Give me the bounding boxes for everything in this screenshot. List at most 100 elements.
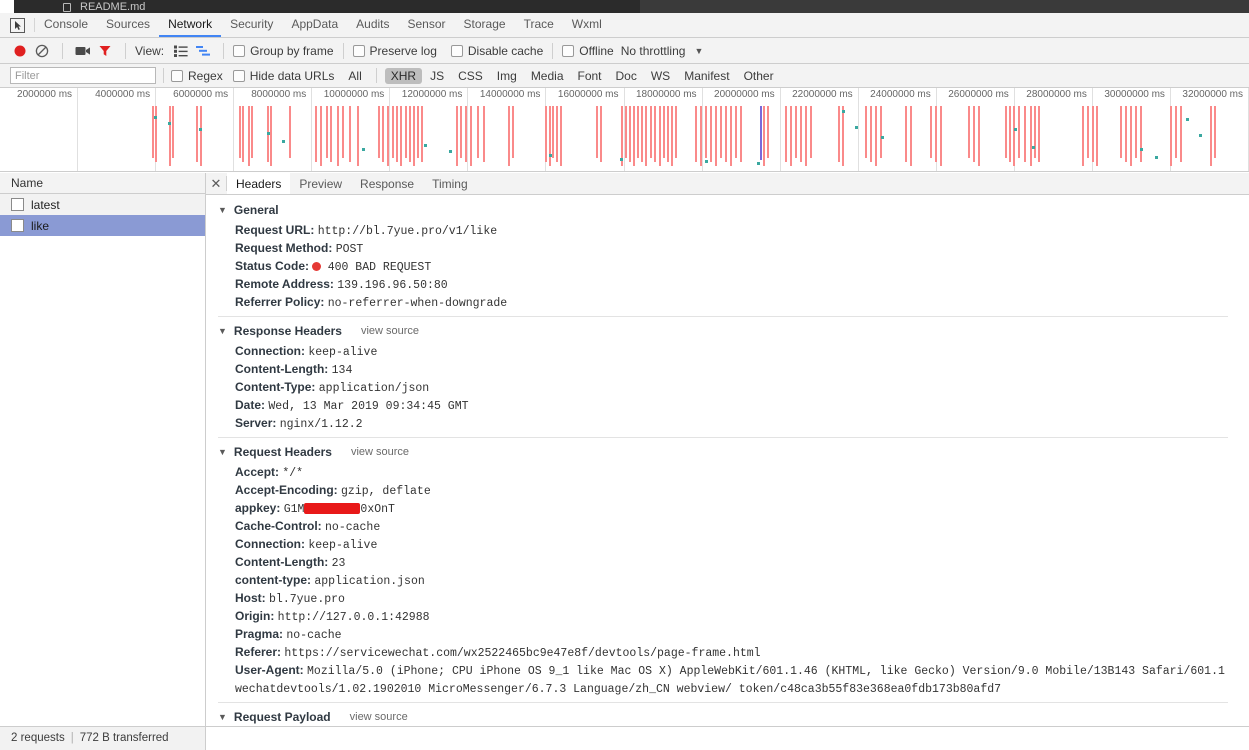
chevron-down-icon[interactable]: ▼	[218, 443, 227, 462]
group-by-frame-box[interactable]	[233, 44, 246, 57]
header-row-pragma: Pragma: no-cache	[218, 626, 1249, 644]
timeline-request-bar	[973, 106, 975, 162]
preserve-log-checkbox[interactable]: Preserve log	[352, 44, 437, 58]
chevron-down-icon[interactable]: ▼	[218, 322, 227, 341]
type-filter-doc[interactable]: Doc	[610, 68, 643, 84]
type-filter-media[interactable]: Media	[525, 68, 570, 84]
request-row-latest[interactable]: latest	[0, 194, 205, 215]
tab-trace[interactable]: Trace	[515, 13, 563, 37]
chevron-down-icon[interactable]: ▼	[218, 201, 227, 220]
regex-checkbox[interactable]: Regex	[171, 69, 223, 83]
disable-cache-checkbox[interactable]: Disable cache	[450, 43, 544, 58]
tab-preview[interactable]: Preview	[290, 173, 351, 194]
close-icon[interactable]: ✕	[206, 173, 226, 194]
timeline-request-bar	[805, 106, 807, 166]
header-key: Accept:	[235, 465, 280, 479]
offline-checkbox[interactable]: Offline	[562, 44, 614, 58]
timeline-request-bar	[641, 106, 643, 162]
timeline-tick	[779, 88, 781, 171]
tab-security[interactable]: Security	[221, 13, 282, 37]
header-key: Content-Type:	[235, 380, 316, 394]
header-row-origin: Origin: http://127.0.0.1:42988	[218, 608, 1249, 626]
funnel-icon[interactable]	[94, 40, 116, 62]
timeline-request-bar	[239, 106, 241, 158]
list-view-icon[interactable]	[170, 40, 192, 62]
timeline-event-marker	[1155, 156, 1158, 159]
timeline-tick-label: 16000000 ms	[557, 89, 619, 100]
camera-icon[interactable]	[72, 40, 94, 62]
type-filter-img[interactable]: Img	[491, 68, 523, 84]
timeline-event-marker	[1014, 128, 1017, 131]
type-filter-js[interactable]: JS	[424, 68, 450, 84]
header-key: content-type:	[235, 573, 311, 587]
type-filter-ws[interactable]: WS	[645, 68, 676, 84]
record-circle-icon[interactable]	[9, 40, 31, 62]
section-header-request-headers[interactable]: ▼ Request Headers view source	[218, 443, 1249, 462]
timeline-tick-label: 10000000 ms	[323, 89, 385, 100]
timeline-request-bar	[413, 106, 415, 166]
type-filter-all[interactable]: All	[342, 68, 367, 84]
timeline-request-bar	[978, 106, 980, 166]
hide-data-urls-box[interactable]	[232, 69, 245, 82]
timeline-tick	[233, 88, 235, 171]
tab-appdata[interactable]: AppData	[282, 13, 347, 37]
view-source-link[interactable]: view source	[351, 443, 409, 462]
type-filter-font[interactable]: Font	[572, 68, 608, 84]
section-header-response-headers[interactable]: ▼ Response Headers view source	[218, 322, 1249, 341]
throttling-value[interactable]: No throttling	[621, 44, 686, 58]
timeline-request-bar	[800, 106, 802, 162]
offline-box[interactable]	[562, 44, 575, 57]
chevron-down-icon[interactable]: ▼	[218, 708, 227, 726]
disable-cache-label: Disable cache	[467, 43, 544, 58]
tab-network[interactable]: Network	[159, 13, 222, 37]
timeline-request-bar	[930, 106, 932, 158]
inspect-cursor-icon[interactable]	[0, 13, 34, 37]
timeline-tick-label: 2000000 ms	[17, 89, 73, 100]
header-value: 400 BAD REQUEST	[327, 261, 432, 274]
type-filter-other[interactable]: Other	[738, 68, 780, 84]
network-timeline-overview[interactable]: 2000000 ms 4000000 ms 6000000 ms 8000000 ms…	[0, 88, 1249, 172]
tab-response[interactable]: Response	[351, 173, 423, 194]
tab-storage[interactable]: Storage	[455, 13, 515, 37]
section-header-request-payload[interactable]: ▼ Request Payload view source	[218, 708, 1249, 726]
tab-timing[interactable]: Timing	[423, 173, 477, 194]
timeline-request-bar	[740, 106, 742, 162]
view-source-link[interactable]: view source	[361, 322, 419, 341]
devtools-tabbar: Console Sources Network Security AppData…	[0, 13, 1249, 38]
header-row-connection: Connection: keep-alive	[218, 343, 1249, 361]
tab-sensor[interactable]: Sensor	[399, 13, 455, 37]
timeline-request-bar	[1038, 106, 1040, 162]
tab-console[interactable]: Console	[35, 13, 97, 37]
filter-input[interactable]	[10, 67, 156, 84]
waterfall-view-icon[interactable]	[192, 40, 214, 62]
timeline-request-bar	[735, 106, 737, 158]
regex-box[interactable]	[171, 69, 183, 82]
timeline-event-marker	[362, 148, 365, 151]
timeline-request-bar	[320, 106, 322, 166]
tab-wxml[interactable]: Wxml	[563, 13, 611, 37]
type-filter-xhr[interactable]: XHR	[384, 67, 423, 84]
hide-data-urls-checkbox[interactable]: Hide data URLs	[232, 69, 334, 83]
tab-headers[interactable]: Headers	[227, 173, 291, 194]
header-value: http://127.0.0.1:42988	[277, 611, 430, 624]
filter-divider-2	[375, 68, 377, 83]
timeline-request-bar	[1120, 106, 1122, 158]
disable-cache-box[interactable]	[450, 44, 463, 57]
request-row-like[interactable]: like	[0, 215, 205, 236]
chevron-down-icon[interactable]: ▼	[694, 46, 703, 56]
group-by-frame-checkbox[interactable]: Group by frame	[233, 44, 334, 58]
file-icon	[11, 219, 24, 232]
tab-audits[interactable]: Audits	[347, 13, 398, 37]
preserve-log-box[interactable]	[352, 44, 365, 57]
timeline-request-bar	[315, 106, 317, 162]
timeline-event-marker	[855, 126, 858, 129]
network-controls-toolbar: View: Group by frame Preserve log Disabl…	[0, 38, 1249, 64]
type-filter-manifest[interactable]: Manifest	[678, 68, 735, 84]
clear-no-entry-icon[interactable]	[31, 40, 53, 62]
timeline-request-bar	[968, 106, 970, 158]
section-header-general[interactable]: ▼ General	[218, 201, 1249, 220]
timeline-request-bar	[382, 106, 384, 162]
view-source-link[interactable]: view source	[350, 708, 408, 726]
type-filter-css[interactable]: CSS	[452, 68, 489, 84]
tab-sources[interactable]: Sources	[97, 13, 159, 37]
